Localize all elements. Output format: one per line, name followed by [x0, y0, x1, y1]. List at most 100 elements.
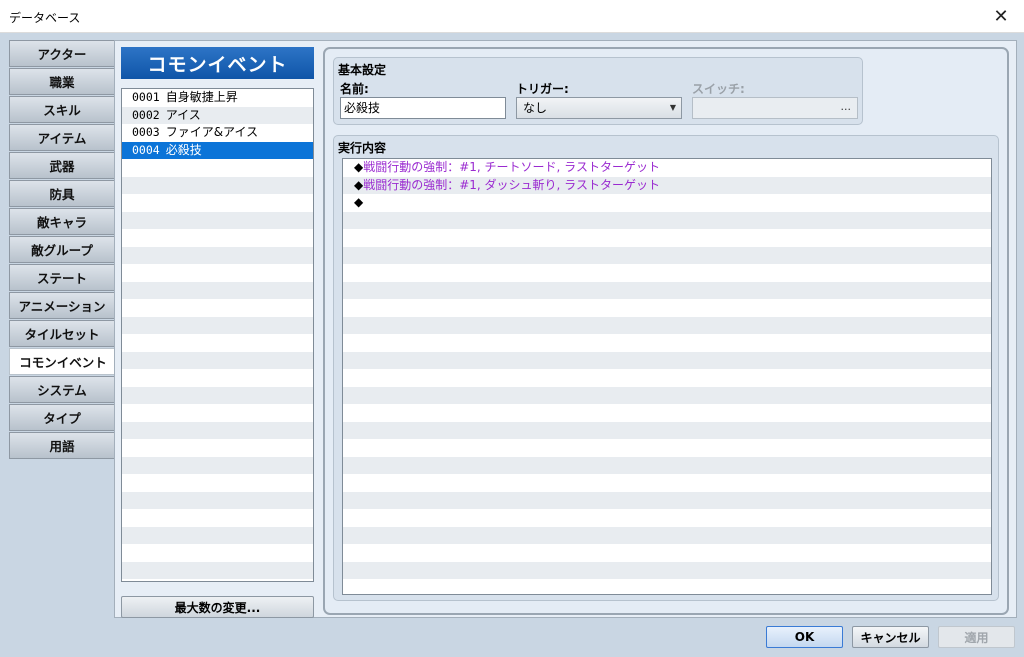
close-icon[interactable]: ✕	[978, 0, 1024, 33]
command-text: 戦闘行動の強制：#1, ダッシュ斬り, ラストターゲット	[363, 177, 660, 192]
list-item[interactable]: 0003 ファイア&アイス	[122, 124, 313, 142]
list-item[interactable]	[122, 421, 313, 439]
list-item[interactable]: 0004 必殺技	[122, 141, 313, 159]
main-frame: コモンイベント 0001 自身敏捷上昇 0002 アイス 0003 ファイア&アイス 000…	[114, 40, 1017, 618]
command-marker: ◆	[354, 195, 364, 209]
tab-3[interactable]: アイテム	[9, 124, 115, 151]
command-row[interactable]	[343, 229, 991, 247]
list-item[interactable]	[122, 369, 313, 387]
list-item[interactable]	[122, 264, 313, 282]
tab-5[interactable]: 防具	[9, 180, 115, 207]
list-item[interactable]	[122, 561, 313, 579]
command-row[interactable]	[343, 246, 991, 264]
window-client: アクター 職業 スキル アイテム 武器 防具 敵キャラ 敵グループ ステート アニメーション タイル…	[0, 34, 1024, 657]
list-item-name: 自身敏捷上昇	[165, 90, 238, 104]
switch-label: スイッチ:	[692, 82, 745, 96]
command-row[interactable]	[343, 404, 991, 422]
trigger-select[interactable]: なし ▼	[516, 97, 682, 119]
change-max-button[interactable]: 最大数の変更...	[121, 596, 314, 618]
list-item-name: アイス	[165, 107, 201, 122]
tab-8[interactable]: ステート	[9, 264, 115, 291]
cancel-button[interactable]: キャンセル	[852, 626, 929, 648]
command-row[interactable]	[343, 474, 991, 492]
command-row[interactable]: ◆戦闘行動の強制：#1, チートソード, ラストターゲット	[343, 159, 991, 177]
title-bar: データベース ✕	[0, 0, 1024, 33]
list-item[interactable]	[122, 456, 313, 474]
list-item[interactable]	[122, 229, 313, 247]
tab-14[interactable]: 用語	[9, 432, 115, 459]
command-marker: ◆	[354, 160, 364, 174]
list-item[interactable]	[122, 281, 313, 299]
list-item[interactable]	[122, 334, 313, 352]
tab-1[interactable]: 職業	[9, 68, 115, 95]
event-command-list[interactable]: ◆戦闘行動の強制：#1, チートソード, ラストターゲット ◆戦闘行動の強制：#1…	[342, 158, 992, 595]
command-row[interactable]	[343, 509, 991, 527]
command-row[interactable]	[343, 369, 991, 387]
ok-button[interactable]: OK	[766, 626, 843, 648]
command-row[interactable]	[343, 264, 991, 282]
list-item[interactable]	[122, 159, 313, 177]
list-item[interactable]	[122, 176, 313, 194]
list-item[interactable]	[122, 509, 313, 527]
command-row[interactable]	[343, 386, 991, 404]
list-item[interactable]	[122, 316, 313, 334]
list-item-number: 0003	[132, 125, 160, 139]
tab-12[interactable]: システム	[9, 376, 115, 403]
command-marker: ◆	[354, 177, 364, 192]
command-row[interactable]	[343, 211, 991, 229]
list-item[interactable]: 0002 アイス	[122, 106, 313, 124]
list-item[interactable]: 0001 自身敏捷上昇	[122, 89, 313, 107]
command-row[interactable]	[343, 439, 991, 457]
tab-2[interactable]: スキル	[9, 96, 115, 123]
trigger-value: なし	[523, 101, 548, 115]
command-row[interactable]	[343, 491, 991, 509]
tab-13[interactable]: タイプ	[9, 404, 115, 431]
tab-11[interactable]: コモンイベント	[9, 348, 117, 375]
command-row[interactable]	[343, 456, 991, 474]
tab-4[interactable]: 武器	[9, 152, 115, 179]
tab-9[interactable]: アニメーション	[9, 292, 115, 319]
common-event-list[interactable]: 0001 自身敏捷上昇 0002 アイス 0003 ファイア&アイス 0004 必殺技	[121, 88, 314, 582]
list-item[interactable]	[122, 404, 313, 422]
contents-group: 実行内容 ◆戦闘行動の強制：#1, チートソード, ラストターゲット ◆戦闘行動の…	[333, 135, 999, 601]
list-item[interactable]	[122, 491, 313, 509]
list-item[interactable]	[122, 474, 313, 492]
list-item[interactable]	[122, 299, 313, 317]
list-item[interactable]	[122, 544, 313, 562]
tab-10[interactable]: タイルセット	[9, 320, 115, 347]
command-row[interactable]: ◆戦闘行動の強制：#1, ダッシュ斬り, ラストターゲット	[343, 176, 991, 194]
list-item[interactable]	[122, 526, 313, 544]
list-item[interactable]	[122, 439, 313, 457]
tab-0[interactable]: アクター	[9, 40, 115, 67]
list-item-number: 0002	[132, 107, 160, 122]
database-tabs: アクター 職業 スキル アイテム 武器 防具 敵キャラ 敵グループ ステート アニメーション タイル…	[9, 40, 117, 460]
list-item-name: ファイア&アイス	[165, 125, 259, 139]
command-row[interactable]: ◆	[343, 194, 991, 212]
tab-7[interactable]: 敵グループ	[9, 236, 115, 263]
list-item[interactable]	[122, 194, 313, 212]
list-header: コモンイベント	[121, 47, 314, 79]
command-row[interactable]	[343, 334, 991, 352]
list-item-number: 0004	[132, 142, 160, 157]
list-item[interactable]	[122, 351, 313, 369]
command-row[interactable]	[343, 351, 991, 369]
name-input[interactable]: 必殺技	[340, 97, 506, 119]
command-text: 戦闘行動の強制：#1, チートソード, ラストターゲット	[363, 160, 660, 174]
list-item-number: 0001	[132, 90, 160, 104]
switch-browse-button: ...	[840, 100, 852, 113]
command-row[interactable]	[343, 421, 991, 439]
command-row[interactable]	[343, 281, 991, 299]
tab-6[interactable]: 敵キャラ	[9, 208, 115, 235]
list-item[interactable]	[122, 386, 313, 404]
command-row[interactable]	[343, 561, 991, 579]
command-row[interactable]	[343, 526, 991, 544]
list-item[interactable]	[122, 246, 313, 264]
name-label: 名前:	[340, 82, 369, 96]
command-row[interactable]	[343, 316, 991, 334]
command-row[interactable]	[343, 299, 991, 317]
list-item-name: 必殺技	[165, 142, 202, 157]
list-item[interactable]	[122, 211, 313, 229]
command-row[interactable]	[343, 579, 991, 594]
command-row[interactable]	[343, 544, 991, 562]
trigger-label: トリガー:	[516, 82, 569, 96]
